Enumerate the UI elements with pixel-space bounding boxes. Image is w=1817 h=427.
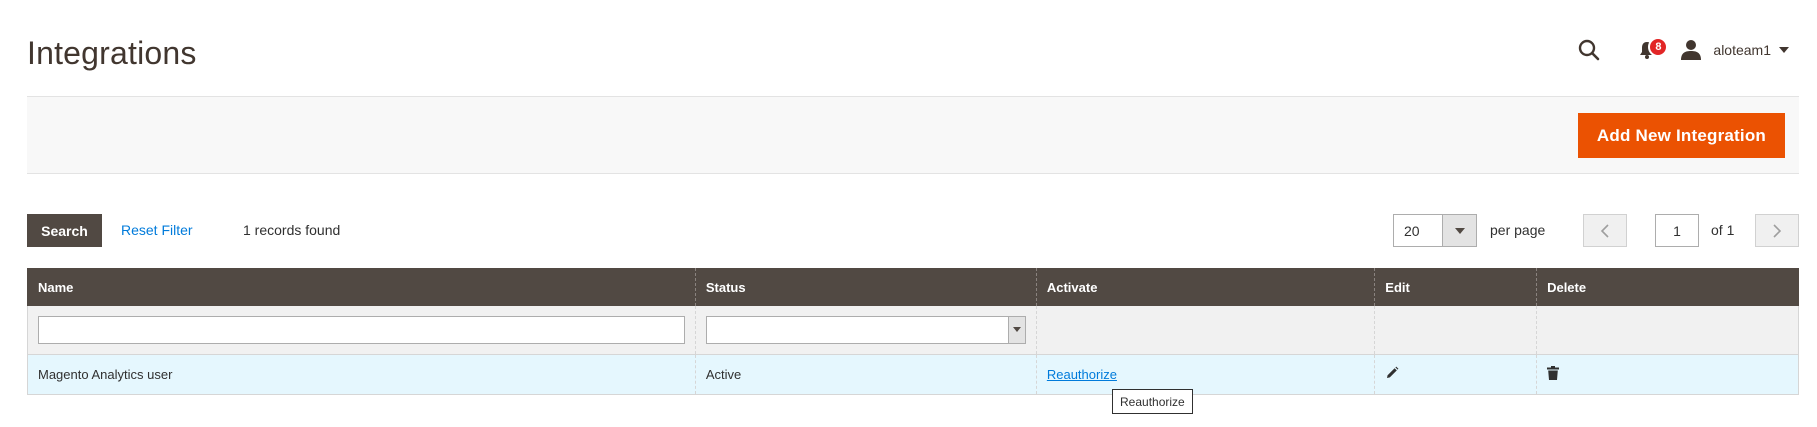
per-page-value: 20	[1404, 222, 1420, 239]
header-actions: 8 aloteam1	[1569, 32, 1799, 68]
page-actions-bar: Add New Integration	[27, 96, 1799, 174]
previous-page-button[interactable]	[1583, 214, 1627, 247]
search-icon	[1579, 39, 1600, 61]
edit-button[interactable]	[1385, 366, 1399, 383]
integrations-grid: Name Status Activate Edit Delete Magento…	[27, 268, 1799, 395]
cell-status: Active	[694, 354, 1037, 395]
user-icon	[1681, 40, 1702, 60]
page-number-input[interactable]	[1655, 214, 1699, 247]
filter-cell-name	[27, 306, 696, 355]
per-page-select[interactable]: 20	[1393, 214, 1477, 247]
notifications-badge: 8	[1648, 37, 1669, 57]
global-search-button[interactable]	[1569, 32, 1609, 68]
notifications-button[interactable]: 8	[1627, 32, 1669, 68]
chevron-right-icon	[1773, 223, 1782, 238]
pencil-icon	[1387, 366, 1399, 378]
records-found: 1 records found	[243, 222, 341, 238]
trash-icon	[1547, 365, 1560, 380]
grid-toolbar: Search Reset Filter 1 records found 20 p…	[27, 214, 1799, 248]
user-name: aloteam1	[1713, 42, 1771, 58]
cell-delete	[1536, 354, 1799, 395]
filter-cell-delete	[1536, 306, 1799, 355]
chevron-down-icon	[1779, 47, 1789, 53]
status-filter-toggle[interactable]	[1007, 316, 1025, 343]
column-header-name[interactable]: Name	[27, 268, 696, 306]
status-filter-select[interactable]	[705, 315, 1026, 344]
chevron-left-icon	[1600, 223, 1609, 238]
search-button[interactable]: Search	[27, 214, 102, 247]
filter-cell-edit	[1374, 306, 1537, 355]
per-page-label: per page	[1490, 222, 1546, 238]
chevron-down-icon	[1012, 327, 1021, 333]
add-new-integration-button[interactable]: Add New Integration	[1577, 113, 1785, 158]
reauthorize-tooltip: Reauthorize	[1112, 389, 1193, 414]
filter-cell-status	[694, 306, 1037, 355]
reset-filter-link[interactable]: Reset Filter	[121, 222, 193, 238]
total-pages-label: of 1	[1711, 222, 1735, 238]
delete-button[interactable]	[1547, 365, 1560, 383]
user-account-menu[interactable]: aloteam1	[1679, 38, 1799, 62]
chevron-down-icon	[1454, 227, 1465, 234]
cell-name: Magento Analytics user	[27, 354, 696, 395]
per-page-toggle[interactable]	[1442, 215, 1476, 246]
cell-activate: Reauthorize	[1035, 354, 1375, 395]
filter-cell-activate	[1035, 306, 1375, 355]
column-header-delete: Delete	[1536, 268, 1799, 306]
cell-edit	[1374, 354, 1537, 395]
filter-row	[27, 306, 1799, 355]
reauthorize-link[interactable]: Reauthorize	[1047, 367, 1117, 382]
column-header-edit: Edit	[1374, 268, 1537, 306]
column-header-activate: Activate	[1035, 268, 1375, 306]
column-header-status[interactable]: Status	[694, 268, 1037, 306]
name-filter-input[interactable]	[38, 315, 685, 344]
table-row: Magento Analytics user Active Reauthoriz…	[27, 354, 1799, 395]
grid-header-row: Name Status Activate Edit Delete	[27, 268, 1799, 306]
page-title: Integrations	[27, 35, 197, 71]
page-header: Integrations 8 aloteam1	[27, 0, 1799, 96]
next-page-button[interactable]	[1755, 214, 1799, 247]
